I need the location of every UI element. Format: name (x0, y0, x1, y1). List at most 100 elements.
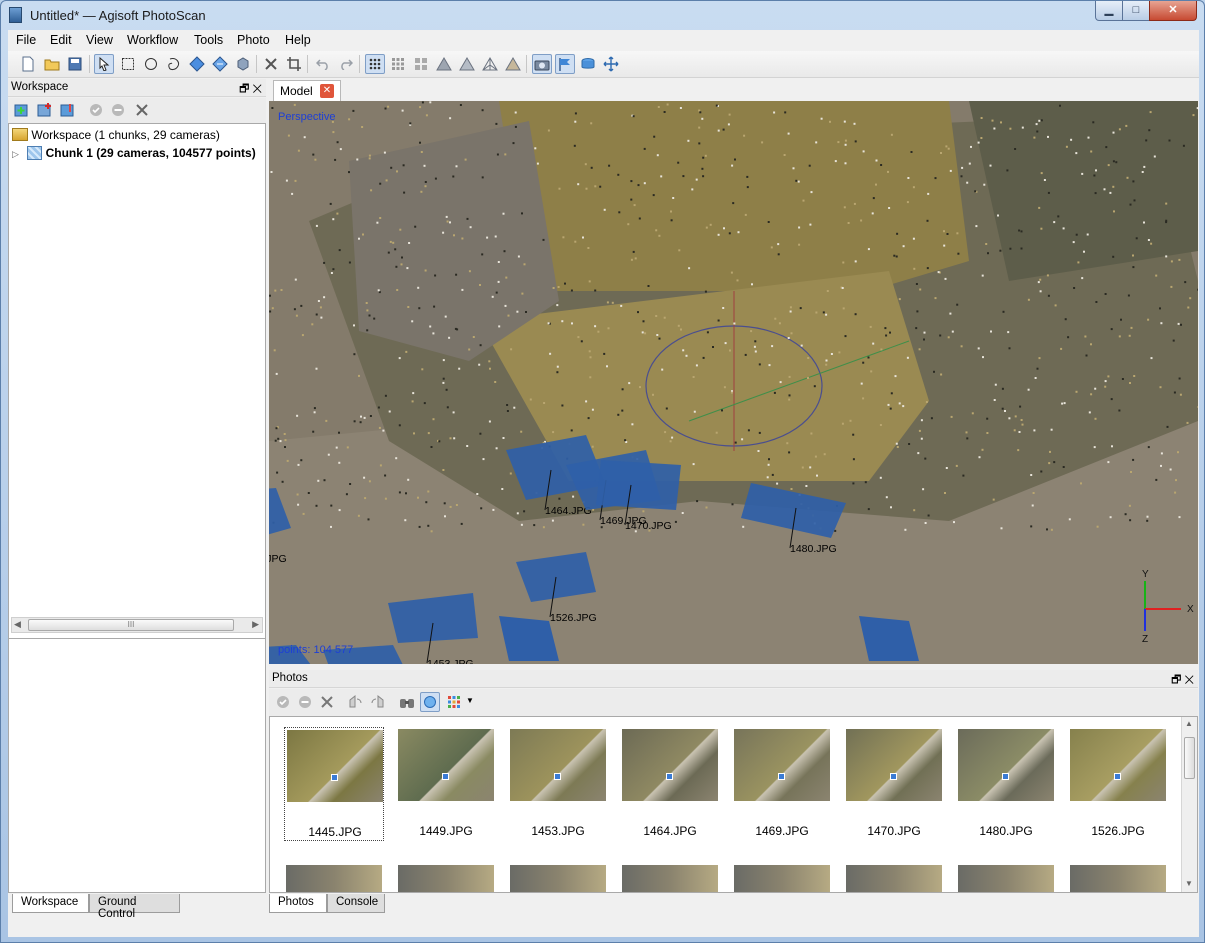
maximize-button[interactable]: □ (1122, 1, 1150, 21)
rectangle-selection-icon[interactable] (118, 54, 138, 74)
rotate-right-icon[interactable] (368, 692, 388, 712)
menu-workflow[interactable]: Workflow (127, 33, 178, 47)
photo-thumbnail[interactable]: 1469.JPG (732, 727, 832, 841)
disable-photo-icon[interactable] (295, 692, 315, 712)
scroll-thumb[interactable]: III (28, 619, 234, 631)
scroll-down-icon[interactable]: ▼ (1185, 879, 1193, 888)
textured-model-icon[interactable] (503, 54, 523, 74)
photo-thumbnail-image[interactable] (846, 865, 942, 892)
save-icon[interactable] (65, 54, 85, 74)
photo-thumbnail[interactable]: 1526.JPG (1068, 727, 1168, 841)
menu-file[interactable]: File (16, 33, 36, 47)
wireframe-model-icon[interactable] (480, 54, 500, 74)
photo-thumbnail-label: 1445.JPG (308, 825, 362, 839)
minimize-button[interactable]: ▁ (1095, 1, 1123, 21)
photo-thumbnail-image[interactable] (734, 865, 830, 892)
photo-thumbnail[interactable]: 1453.JPG (508, 727, 608, 841)
photo-thumbnail[interactable]: 1445.JPG (284, 727, 384, 841)
photos-vertical-scrollbar[interactable]: ▲ ▼ (1181, 717, 1197, 892)
crop-selection-icon[interactable] (284, 54, 304, 74)
menu-help[interactable]: Help (285, 33, 311, 47)
show-markers-icon[interactable] (555, 54, 575, 74)
scroll-left-icon[interactable]: ◀ (14, 619, 21, 630)
z-axis-label: Z (1142, 634, 1148, 645)
photo-thumbnail-image[interactable] (958, 865, 1054, 892)
menu-tools[interactable]: Tools (194, 33, 223, 47)
menu-bar: File Edit View Workflow Tools Photo Help (8, 30, 1199, 51)
expand-arrow-icon[interactable]: ▷ (12, 149, 19, 159)
show-region-icon[interactable] (578, 54, 598, 74)
photo-thumbnail[interactable]: 1449.JPG (396, 727, 496, 841)
scroll-right-icon[interactable]: ▶ (252, 619, 259, 630)
disable-camera-icon[interactable] (108, 100, 128, 120)
navigation-tool-icon[interactable] (94, 54, 114, 74)
open-folder-icon[interactable] (42, 54, 62, 74)
menu-photo[interactable]: Photo (237, 33, 270, 47)
photo-thumbnail-image[interactable] (510, 865, 606, 892)
solid-model-icon[interactable] (457, 54, 477, 74)
dense-cloud-icon[interactable] (388, 54, 408, 74)
resize-region-icon[interactable] (187, 54, 207, 74)
photo-thumbnail-label: 1469.JPG (755, 824, 809, 838)
undo-icon[interactable] (313, 54, 333, 74)
photo-thumbnail[interactable]: 1480.JPG (956, 727, 1056, 841)
dense-cloud-classes-icon[interactable] (411, 54, 431, 74)
menu-edit[interactable]: Edit (50, 33, 72, 47)
tab-model[interactable]: Model ✕ (273, 80, 341, 101)
tab-ground-control[interactable]: Ground Control (89, 894, 180, 920)
close-button[interactable]: ✕ (1149, 1, 1197, 21)
tab-close-icon[interactable]: ✕ (320, 84, 334, 98)
tab-workspace[interactable]: Workspace (12, 894, 89, 913)
rotate-object-icon[interactable] (233, 54, 253, 74)
view-dropdown-arrow-icon[interactable]: ▼ (466, 696, 474, 705)
thumbnail-view-icon[interactable] (444, 692, 464, 712)
photos-dock-controls[interactable]: 🗗 ✕ (1171, 671, 1194, 690)
delete-selection-icon[interactable] (261, 54, 281, 74)
photos-scroll-thumb[interactable] (1184, 737, 1195, 779)
reset-filter-icon[interactable] (420, 692, 440, 712)
enable-camera-icon[interactable] (86, 100, 106, 120)
workspace-tree: Workspace (1 chunks, 29 cameras) ▷ Chunk… (8, 123, 266, 646)
filter-binoculars-icon[interactable] (397, 692, 417, 712)
camera-plane[interactable] (596, 460, 681, 510)
circle-selection-icon[interactable] (141, 54, 161, 74)
photo-marker-icon (1002, 773, 1009, 780)
remove-item-icon[interactable] (132, 100, 152, 120)
workspace-dock-controls[interactable]: 🗗 ✕ (239, 80, 262, 99)
tree-item-chunk-label: Chunk 1 (29 cameras, 104577 points) (45, 146, 256, 160)
photo-thumbnail-image[interactable] (1070, 865, 1166, 892)
remove-photo-icon[interactable] (317, 692, 337, 712)
window-title: Untitled* — Agisoft PhotoScan (30, 8, 206, 23)
photos-panel-header: Photos 🗗 ✕ (269, 670, 1198, 688)
scroll-up-icon[interactable]: ▲ (1185, 719, 1193, 728)
tree-item-workspace[interactable]: Workspace (1 chunks, 29 cameras) (12, 128, 220, 142)
rotate-region-icon[interactable] (210, 54, 230, 74)
reset-view-icon[interactable] (601, 54, 621, 74)
photo-thumbnail-image[interactable] (286, 865, 382, 892)
enable-photo-icon[interactable] (273, 692, 293, 712)
add-photos-icon[interactable] (34, 100, 54, 120)
photo-thumbnail-label: 1453.JPG (531, 824, 585, 838)
model-viewport[interactable]: 1464.JPG1469.JPG1470.JPG1480.JPG1539.JPG… (269, 101, 1198, 664)
photo-thumbnail-image[interactable] (398, 865, 494, 892)
redo-icon[interactable] (336, 54, 356, 74)
tree-item-chunk[interactable]: ▷ Chunk 1 (29 cameras, 104577 points) (12, 146, 256, 160)
scene-canvas[interactable]: 1464.JPG1469.JPG1470.JPG1480.JPG1539.JPG… (269, 101, 1198, 664)
rotate-left-icon[interactable] (345, 692, 365, 712)
photo-thumbnail-image[interactable] (622, 865, 718, 892)
show-cameras-icon[interactable] (532, 54, 552, 74)
menu-view[interactable]: View (86, 33, 113, 47)
add-folder-icon[interactable] (57, 100, 77, 120)
workspace-horizontal-scrollbar[interactable]: ◀ III ▶ (11, 617, 263, 633)
new-file-icon[interactable] (18, 54, 38, 74)
tab-console[interactable]: Console (327, 894, 385, 913)
photo-thumbnail[interactable]: 1470.JPG (844, 727, 944, 841)
shaded-model-icon[interactable] (434, 54, 454, 74)
photo-thumbnail[interactable]: 1464.JPG (620, 727, 720, 841)
photos-panel-title: Photos (272, 672, 308, 684)
point-cloud-icon[interactable] (365, 54, 385, 74)
add-chunk-icon[interactable] (11, 100, 31, 120)
workspace-panel-title: Workspace (11, 81, 69, 93)
tab-photos[interactable]: Photos (269, 894, 327, 913)
free-form-selection-icon[interactable] (164, 54, 184, 74)
